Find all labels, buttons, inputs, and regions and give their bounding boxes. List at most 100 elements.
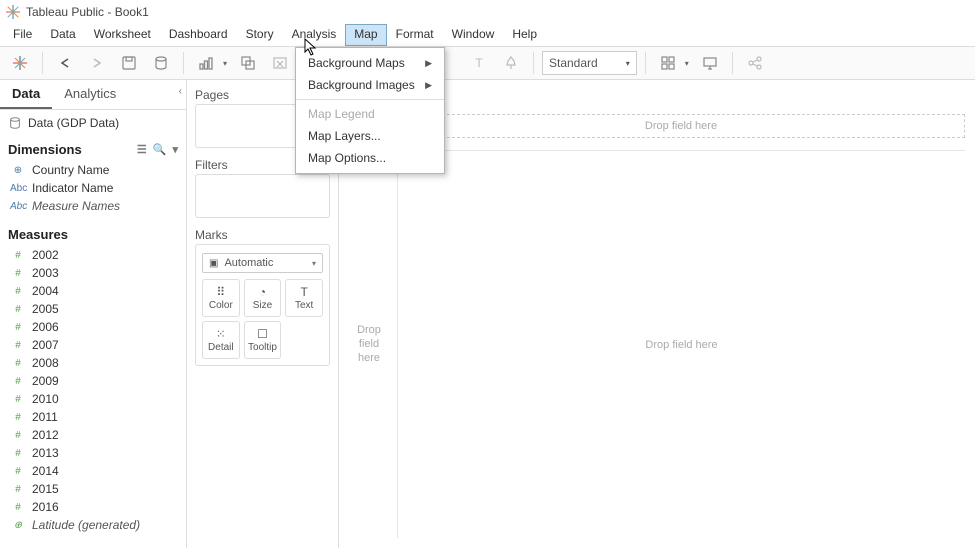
dimensions-list: ⊕Country Name AbcIndicator Name AbcMeasu… bbox=[0, 161, 186, 221]
menubar: File Data Worksheet Dashboard Story Anal… bbox=[0, 24, 975, 46]
data-panel: Data Analytics ‹ Data (GDP Data) Dimensi… bbox=[0, 80, 187, 548]
text-label-icon[interactable]: T bbox=[465, 50, 493, 76]
chevron-down-icon[interactable]: ▾ bbox=[220, 59, 230, 68]
field-country-name[interactable]: ⊕Country Name bbox=[4, 161, 182, 179]
filters-shelf[interactable] bbox=[195, 174, 330, 218]
text-button[interactable]: TText bbox=[285, 279, 323, 317]
field-2016[interactable]: #2016 bbox=[4, 498, 182, 516]
menu-separator bbox=[296, 99, 444, 100]
menu-help[interactable]: Help bbox=[503, 24, 546, 46]
mark-type-dropdown[interactable]: ▣ Automatic ▾ bbox=[202, 253, 323, 273]
duplicate-button[interactable] bbox=[234, 50, 262, 76]
hash-icon: # bbox=[10, 502, 26, 513]
globe-icon: ⊕ bbox=[10, 165, 26, 176]
main-area: Data Analytics ‹ Data (GDP Data) Dimensi… bbox=[0, 80, 975, 548]
hash-icon: # bbox=[10, 394, 26, 405]
detail-button[interactable]: ⁙Detail bbox=[202, 321, 240, 359]
pin-icon[interactable] bbox=[497, 50, 525, 76]
color-button[interactable]: ⠿Color bbox=[202, 279, 240, 317]
menu-background-maps[interactable]: Background Maps▶ bbox=[296, 52, 444, 74]
menu-analysis[interactable]: Analysis bbox=[283, 24, 346, 46]
detail-icon: ⁙ bbox=[216, 328, 226, 340]
tab-analytics[interactable]: Analytics bbox=[52, 80, 128, 109]
measures-header: Measures bbox=[0, 221, 186, 246]
fit-label: Standard bbox=[549, 56, 598, 70]
hash-icon: # bbox=[10, 430, 26, 441]
field-2004[interactable]: #2004 bbox=[4, 282, 182, 300]
collapse-icon[interactable]: ‹ bbox=[175, 80, 186, 109]
columns-shelf-drop[interactable]: Drop field here bbox=[397, 114, 965, 138]
clear-button[interactable] bbox=[266, 50, 294, 76]
tab-data[interactable]: Data bbox=[0, 80, 52, 109]
menu-data[interactable]: Data bbox=[41, 24, 84, 46]
field-2009[interactable]: #2009 bbox=[4, 372, 182, 390]
menu-story[interactable]: Story bbox=[237, 24, 283, 46]
window-title: Tableau Public - Book1 bbox=[26, 5, 149, 19]
datasource-row[interactable]: Data (GDP Data) bbox=[0, 110, 186, 136]
submenu-arrow-icon: ▶ bbox=[425, 80, 432, 91]
map-dropdown-menu: Background Maps▶ Background Images▶ Map … bbox=[295, 47, 445, 174]
hash-icon: # bbox=[10, 484, 26, 495]
abc-icon: Abc bbox=[10, 201, 26, 212]
side-tabs: Data Analytics ‹ bbox=[0, 80, 186, 110]
field-2015[interactable]: #2015 bbox=[4, 480, 182, 498]
size-button[interactable]: ◔Size bbox=[244, 279, 282, 317]
share-icon[interactable] bbox=[741, 50, 769, 76]
toolbar: ▾ ▾ T Standard ▾ ▾ bbox=[0, 46, 975, 80]
undo-button[interactable] bbox=[51, 50, 79, 76]
menu-dashboard[interactable]: Dashboard bbox=[160, 24, 237, 46]
field-2003[interactable]: #2003 bbox=[4, 264, 182, 282]
save-button[interactable] bbox=[115, 50, 143, 76]
menu-map[interactable]: Map bbox=[345, 24, 386, 46]
tooltip-icon: ☐ bbox=[257, 328, 268, 340]
chevron-down-icon: ▾ bbox=[312, 259, 316, 268]
field-2010[interactable]: #2010 bbox=[4, 390, 182, 408]
text-icon: T bbox=[300, 286, 307, 298]
menu-window[interactable]: Window bbox=[443, 24, 504, 46]
presentation-mode-button[interactable] bbox=[696, 50, 724, 76]
chevron-down-icon[interactable]: ▾ bbox=[682, 59, 692, 68]
field-2011[interactable]: #2011 bbox=[4, 408, 182, 426]
new-data-source-button[interactable] bbox=[147, 50, 175, 76]
field-latitude-generated[interactable]: ⊕Latitude (generated) bbox=[4, 516, 182, 534]
menu-file[interactable]: File bbox=[4, 24, 41, 46]
field-measure-names[interactable]: AbcMeasure Names bbox=[4, 197, 182, 215]
field-2006[interactable]: #2006 bbox=[4, 318, 182, 336]
view-list-icon[interactable]: ☰ bbox=[137, 143, 147, 156]
field-2005[interactable]: #2005 bbox=[4, 300, 182, 318]
field-2007[interactable]: #2007 bbox=[4, 336, 182, 354]
field-2012[interactable]: #2012 bbox=[4, 426, 182, 444]
abc-icon: Abc bbox=[10, 183, 26, 194]
chevron-down-icon[interactable]: ▾ bbox=[172, 143, 178, 156]
hash-icon: # bbox=[10, 466, 26, 477]
rows-shelf-drop[interactable]: Drop field here bbox=[349, 150, 389, 538]
menu-map-legend: Map Legend bbox=[296, 103, 444, 125]
field-2013[interactable]: #2013 bbox=[4, 444, 182, 462]
view-drop-area[interactable]: Drop field here bbox=[397, 150, 965, 538]
field-2002[interactable]: #2002 bbox=[4, 246, 182, 264]
redo-button[interactable] bbox=[83, 50, 111, 76]
menu-background-images[interactable]: Background Images▶ bbox=[296, 74, 444, 96]
fit-dropdown[interactable]: Standard ▾ bbox=[542, 51, 637, 75]
field-2014[interactable]: #2014 bbox=[4, 462, 182, 480]
tooltip-button[interactable]: ☐Tooltip bbox=[244, 321, 282, 359]
field-indicator-name[interactable]: AbcIndicator Name bbox=[4, 179, 182, 197]
tableau-start-icon[interactable] bbox=[6, 50, 34, 76]
new-worksheet-button[interactable] bbox=[192, 50, 220, 76]
submenu-arrow-icon: ▶ bbox=[425, 58, 432, 69]
menu-format[interactable]: Format bbox=[387, 24, 443, 46]
field-2008[interactable]: #2008 bbox=[4, 354, 182, 372]
menu-map-layers[interactable]: Map Layers... bbox=[296, 125, 444, 147]
separator bbox=[732, 52, 733, 74]
chevron-down-icon: ▾ bbox=[626, 59, 630, 68]
datasource-icon bbox=[8, 116, 22, 130]
separator bbox=[645, 52, 646, 74]
marks-label: Marks bbox=[195, 228, 330, 242]
search-icon[interactable]: 🔍 bbox=[153, 143, 167, 156]
hash-icon: # bbox=[10, 286, 26, 297]
hash-icon: # bbox=[10, 340, 26, 351]
menu-map-options[interactable]: Map Options... bbox=[296, 147, 444, 169]
show-me-button[interactable] bbox=[654, 50, 682, 76]
menu-worksheet[interactable]: Worksheet bbox=[85, 24, 160, 46]
marks-card: ▣ Automatic ▾ ⠿Color ◔Size TText ⁙Detail… bbox=[195, 244, 330, 366]
